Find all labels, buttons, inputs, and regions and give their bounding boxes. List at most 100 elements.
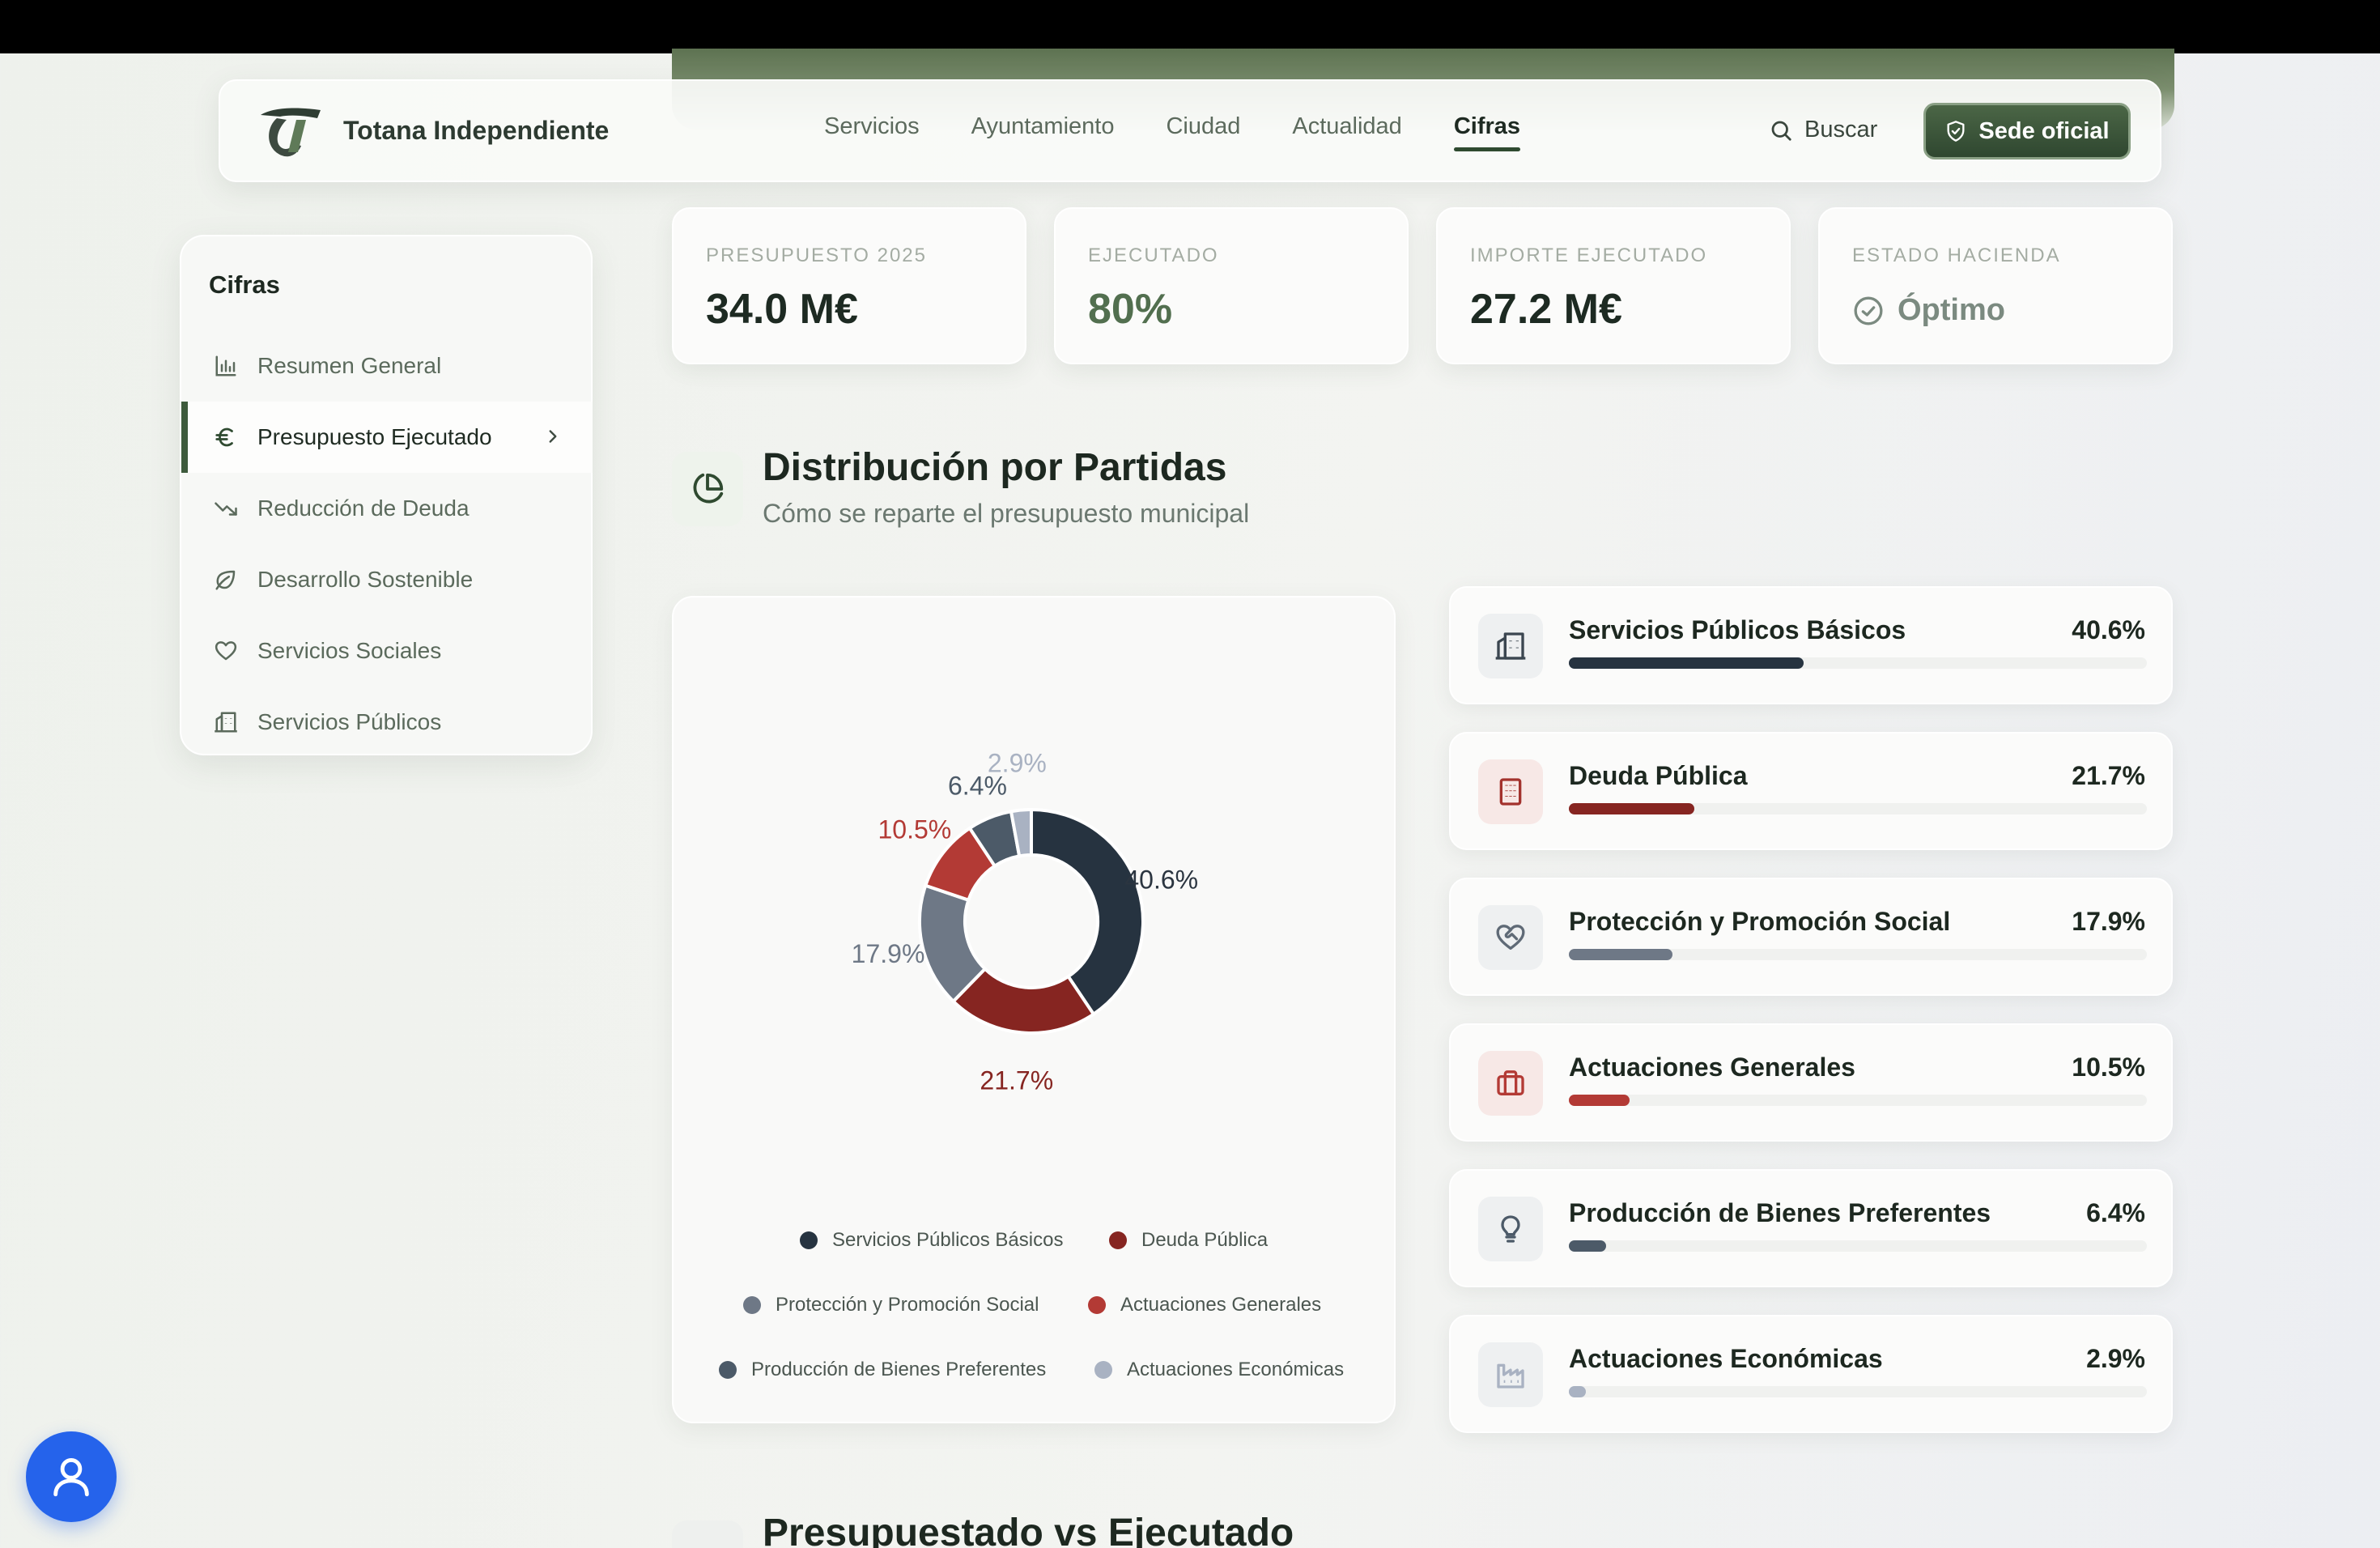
partida-card-deuda-publica[interactable]: Deuda Pública 21.7% bbox=[1449, 732, 2173, 850]
sidebar-item-desarrollo-sostenible[interactable]: Desarrollo Sostenible bbox=[181, 544, 593, 615]
sidebar-item-label: Servicios Sociales bbox=[257, 638, 442, 663]
partida-progress-track bbox=[1569, 1095, 2147, 1106]
partida-icon-box bbox=[1478, 905, 1543, 970]
briefcase-icon bbox=[1497, 1070, 1524, 1095]
partida-percentage: 10.5% bbox=[2072, 1053, 2145, 1082]
partida-card-proteccion-social[interactable]: Protección y Promoción Social 17.9% bbox=[1449, 878, 2173, 996]
section-title: Distribución por Partidas bbox=[763, 446, 1227, 489]
nav-servicios[interactable]: Servicios bbox=[824, 113, 920, 140]
legend-dot bbox=[1088, 1296, 1106, 1314]
kpi-value: Óptimo bbox=[1898, 293, 2005, 327]
partida-progress-track bbox=[1569, 949, 2147, 960]
sidebar-item-label: Servicios Públicos bbox=[257, 709, 442, 734]
kpi-label: PRESUPUESTO 2025 bbox=[706, 245, 927, 266]
sidebar-item-label: Desarrollo Sostenible bbox=[257, 567, 474, 592]
sidebar: Cifras Resumen General Presupuesto Ejecu… bbox=[180, 235, 593, 755]
office-building-icon bbox=[1499, 778, 1522, 806]
nav-ciudad[interactable]: Ciudad bbox=[1166, 113, 1240, 140]
brand-name[interactable]: Totana Independiente bbox=[343, 116, 609, 146]
legend-item[interactable]: Deuda Pública bbox=[1109, 1229, 1268, 1252]
kpi-value: 27.2 M€ bbox=[1470, 286, 1622, 333]
partida-card-actuaciones-economicas[interactable]: Actuaciones Económicas 2.9% bbox=[1449, 1315, 2173, 1433]
accessibility-button[interactable] bbox=[26, 1431, 117, 1522]
sede-oficial-label: Sede oficial bbox=[1978, 117, 2110, 144]
sidebar-item-servicios-publicos[interactable]: Servicios Públicos bbox=[181, 687, 593, 758]
partida-name: Producción de Bienes Preferentes bbox=[1569, 1198, 1991, 1227]
next-section-icon bbox=[672, 1520, 743, 1548]
euro-icon bbox=[215, 427, 233, 447]
sede-oficial-button[interactable]: Sede oficial bbox=[1923, 103, 2131, 159]
partida-icon-box bbox=[1478, 1051, 1543, 1116]
partida-progress-track bbox=[1569, 1386, 2147, 1397]
nav-ayuntamiento[interactable]: Ayuntamiento bbox=[971, 113, 1115, 140]
partida-card-actuaciones-generales[interactable]: Actuaciones Generales 10.5% bbox=[1449, 1023, 2173, 1142]
main-nav: Servicios Ayuntamiento Ciudad Actualidad… bbox=[824, 113, 1521, 151]
search-button[interactable]: Buscar bbox=[1769, 117, 1877, 143]
sidebar-item-label: Resumen General bbox=[257, 353, 442, 378]
sidebar-item-resumen-general[interactable]: Resumen General bbox=[181, 330, 593, 402]
nav-cifras[interactable]: Cifras bbox=[1453, 113, 1521, 151]
legend-dot bbox=[743, 1296, 761, 1314]
partida-icon-box bbox=[1478, 759, 1543, 824]
legend-item[interactable]: Producción de Bienes Preferentes bbox=[719, 1359, 1046, 1381]
kpi-card-estado-hacienda: ESTADO HACIENDA Óptimo bbox=[1818, 207, 2173, 364]
partida-progress-track bbox=[1569, 657, 2147, 669]
partida-progress-fill bbox=[1569, 803, 1694, 814]
donut-chart-card: 40.6% 21.7% 17.9% 10.5% 6.4% 2.9% Servicios P… bbox=[672, 596, 1396, 1423]
partida-card-servicios-publicos-basicos[interactable]: Servicios Públicos Básicos 40.6% bbox=[1449, 586, 2173, 704]
search-icon bbox=[1771, 121, 1791, 141]
search-label: Buscar bbox=[1804, 117, 1878, 142]
top-black-bar bbox=[0, 0, 2380, 53]
partida-percentage: 17.9% bbox=[2072, 907, 2145, 936]
donut-slice-label: 21.7% bbox=[980, 1066, 1053, 1095]
donut-slice-label: 17.9% bbox=[852, 939, 925, 968]
navbar: Totana Independiente Servicios Ayuntamie… bbox=[219, 79, 2161, 182]
sidebar-item-servicios-sociales[interactable]: Servicios Sociales bbox=[181, 615, 593, 687]
partida-progress-fill bbox=[1569, 1240, 1606, 1252]
section-icon bbox=[672, 452, 743, 526]
partida-progress-track bbox=[1569, 1240, 2147, 1252]
lightbulb-icon bbox=[1501, 1215, 1520, 1243]
legend-item[interactable]: Actuaciones Económicas bbox=[1094, 1359, 1344, 1381]
leaf-icon bbox=[215, 570, 236, 590]
section-subtitle: Cómo se reparte el presupuesto municipal bbox=[763, 499, 1250, 528]
partida-name: Servicios Públicos Básicos bbox=[1569, 615, 1906, 644]
legend-dot bbox=[1109, 1231, 1127, 1249]
nav-actualidad[interactable]: Actualidad bbox=[1292, 113, 1401, 140]
donut-slice-label: 10.5% bbox=[878, 814, 951, 844]
sidebar-item-label: Reducción de Deuda bbox=[257, 495, 470, 521]
bar-chart-icon bbox=[215, 355, 236, 376]
partida-progress-track bbox=[1569, 803, 2147, 814]
legend-item[interactable]: Servicios Públicos Básicos bbox=[800, 1229, 1063, 1252]
next-section-title: Presupuestado vs Ejecutado bbox=[763, 1512, 1294, 1548]
building-icon bbox=[215, 712, 237, 733]
sidebar-item-presupuesto-ejecutado[interactable]: Presupuesto Ejecutado bbox=[181, 402, 593, 473]
kpi-label: IMPORTE EJECUTADO bbox=[1470, 245, 1708, 266]
legend-label: Deuda Pública bbox=[1141, 1229, 1269, 1251]
donut-slice-label: 40.6% bbox=[1124, 865, 1198, 895]
sidebar-item-reduccion-deuda[interactable]: Reducción de Deuda bbox=[181, 473, 593, 544]
legend-dot bbox=[800, 1231, 818, 1249]
trending-down-icon bbox=[215, 502, 237, 516]
legend-item[interactable]: Actuaciones Generales bbox=[1088, 1294, 1321, 1316]
partida-progress-fill bbox=[1569, 657, 1804, 669]
legend-dot bbox=[1094, 1361, 1112, 1379]
brand-logo-icon[interactable] bbox=[257, 104, 322, 160]
partida-percentage: 2.9% bbox=[2086, 1344, 2145, 1373]
legend-label: Actuaciones Generales bbox=[1120, 1294, 1322, 1316]
legend-label: Protección y Promoción Social bbox=[776, 1294, 1039, 1316]
partida-icon-box bbox=[1478, 1197, 1543, 1261]
partida-name: Actuaciones Económicas bbox=[1569, 1344, 1883, 1373]
partida-percentage: 6.4% bbox=[2086, 1198, 2145, 1227]
chevron-right-icon bbox=[549, 430, 557, 443]
legend-item[interactable]: Protección y Promoción Social bbox=[743, 1294, 1039, 1316]
partida-icon-box bbox=[1478, 1342, 1543, 1407]
legend-label: Actuaciones Económicas bbox=[1127, 1359, 1345, 1380]
partida-card-bienes-preferentes[interactable]: Producción de Bienes Preferentes 6.4% bbox=[1449, 1169, 2173, 1287]
legend-label: Producción de Bienes Preferentes bbox=[751, 1359, 1047, 1380]
partida-name: Actuaciones Generales bbox=[1569, 1053, 1855, 1082]
kpi-card-presupuesto: PRESUPUESTO 2025 34.0 M€ bbox=[672, 207, 1026, 364]
donut-slice[interactable] bbox=[1030, 807, 1145, 1017]
legend-label: Servicios Públicos Básicos bbox=[832, 1229, 1064, 1251]
pie-chart-icon bbox=[693, 473, 724, 504]
